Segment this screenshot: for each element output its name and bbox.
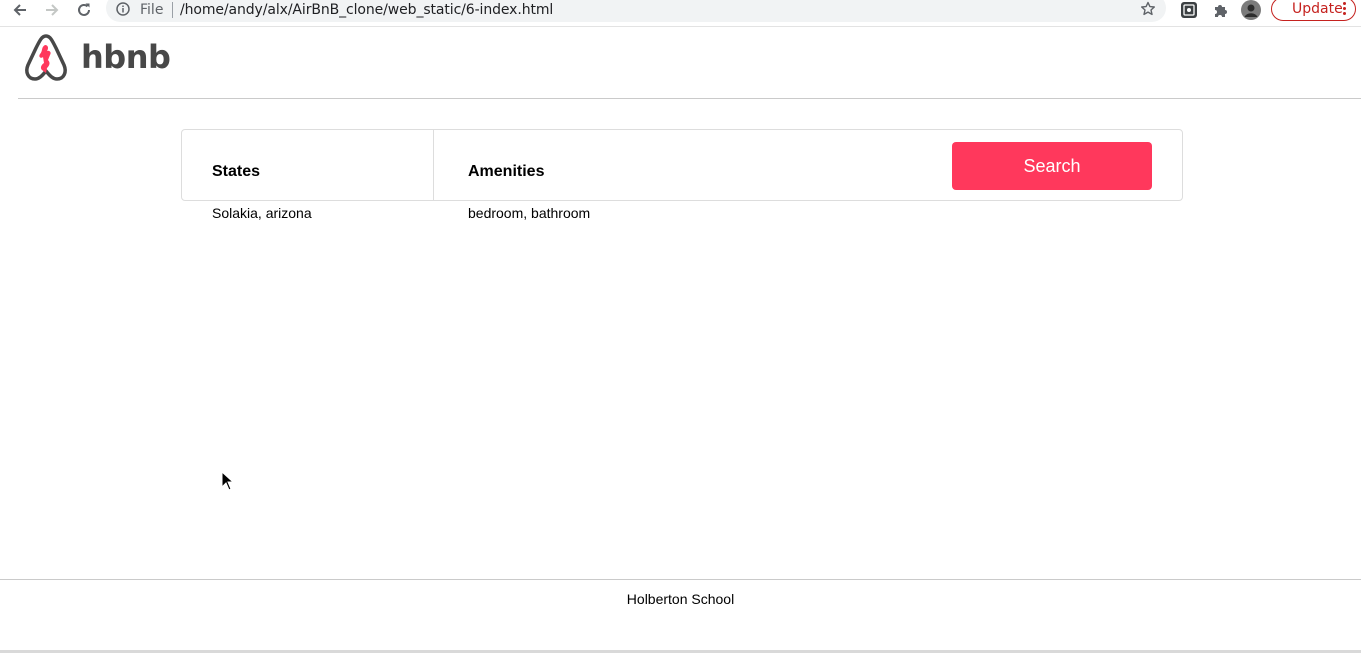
back-button[interactable] [8, 0, 32, 20]
reload-icon [76, 2, 92, 18]
airbnb-logo-icon [25, 34, 67, 81]
update-button[interactable]: Update [1271, 0, 1356, 21]
filters-bar: States Solakia, arizona Amenities bedroo… [181, 129, 1183, 221]
search-button[interactable]: Search [952, 142, 1152, 190]
amenities-selected: bedroom, bathroom [468, 205, 591, 221]
amenities-filter[interactable]: Amenities bedroom, bathroom [434, 130, 934, 221]
url-text[interactable]: /home/andy/alx/AirBnB_clone/web_static/6… [180, 2, 553, 18]
footer-text: Holberton School [626, 591, 735, 607]
forward-arrow-icon [44, 2, 60, 18]
amenities-title: Amenities [468, 163, 545, 180]
states-title: States [212, 163, 261, 180]
address-bar[interactable]: File /home/andy/alx/AirBnB_clone/web_sta… [106, 0, 1166, 22]
logo[interactable]: hbnb [23, 33, 171, 81]
info-icon[interactable] [116, 2, 130, 16]
back-arrow-icon [12, 2, 28, 18]
address-divider [172, 2, 173, 18]
extension-icon[interactable] [1179, 0, 1199, 20]
profile-avatar[interactable] [1241, 0, 1261, 20]
scheme-label: File [140, 2, 164, 18]
puzzle-icon[interactable] [1211, 0, 1231, 20]
forward-button[interactable] [40, 0, 64, 20]
reload-button[interactable] [72, 0, 96, 20]
update-label: Update [1292, 1, 1343, 17]
star-icon[interactable] [1140, 1, 1156, 22]
states-selected: Solakia, arizona [212, 205, 312, 221]
menu-dots-icon [1343, 2, 1346, 17]
site-footer: Holberton School [0, 579, 1361, 640]
site-header: hbnb [18, 28, 1361, 99]
states-filter[interactable]: States Solakia, arizona [182, 130, 434, 221]
browser-toolbar: File /home/andy/alx/AirBnB_clone/web_sta… [0, 0, 1361, 27]
mouse-cursor-icon [221, 470, 235, 496]
logo-text: hbnb [81, 38, 171, 76]
